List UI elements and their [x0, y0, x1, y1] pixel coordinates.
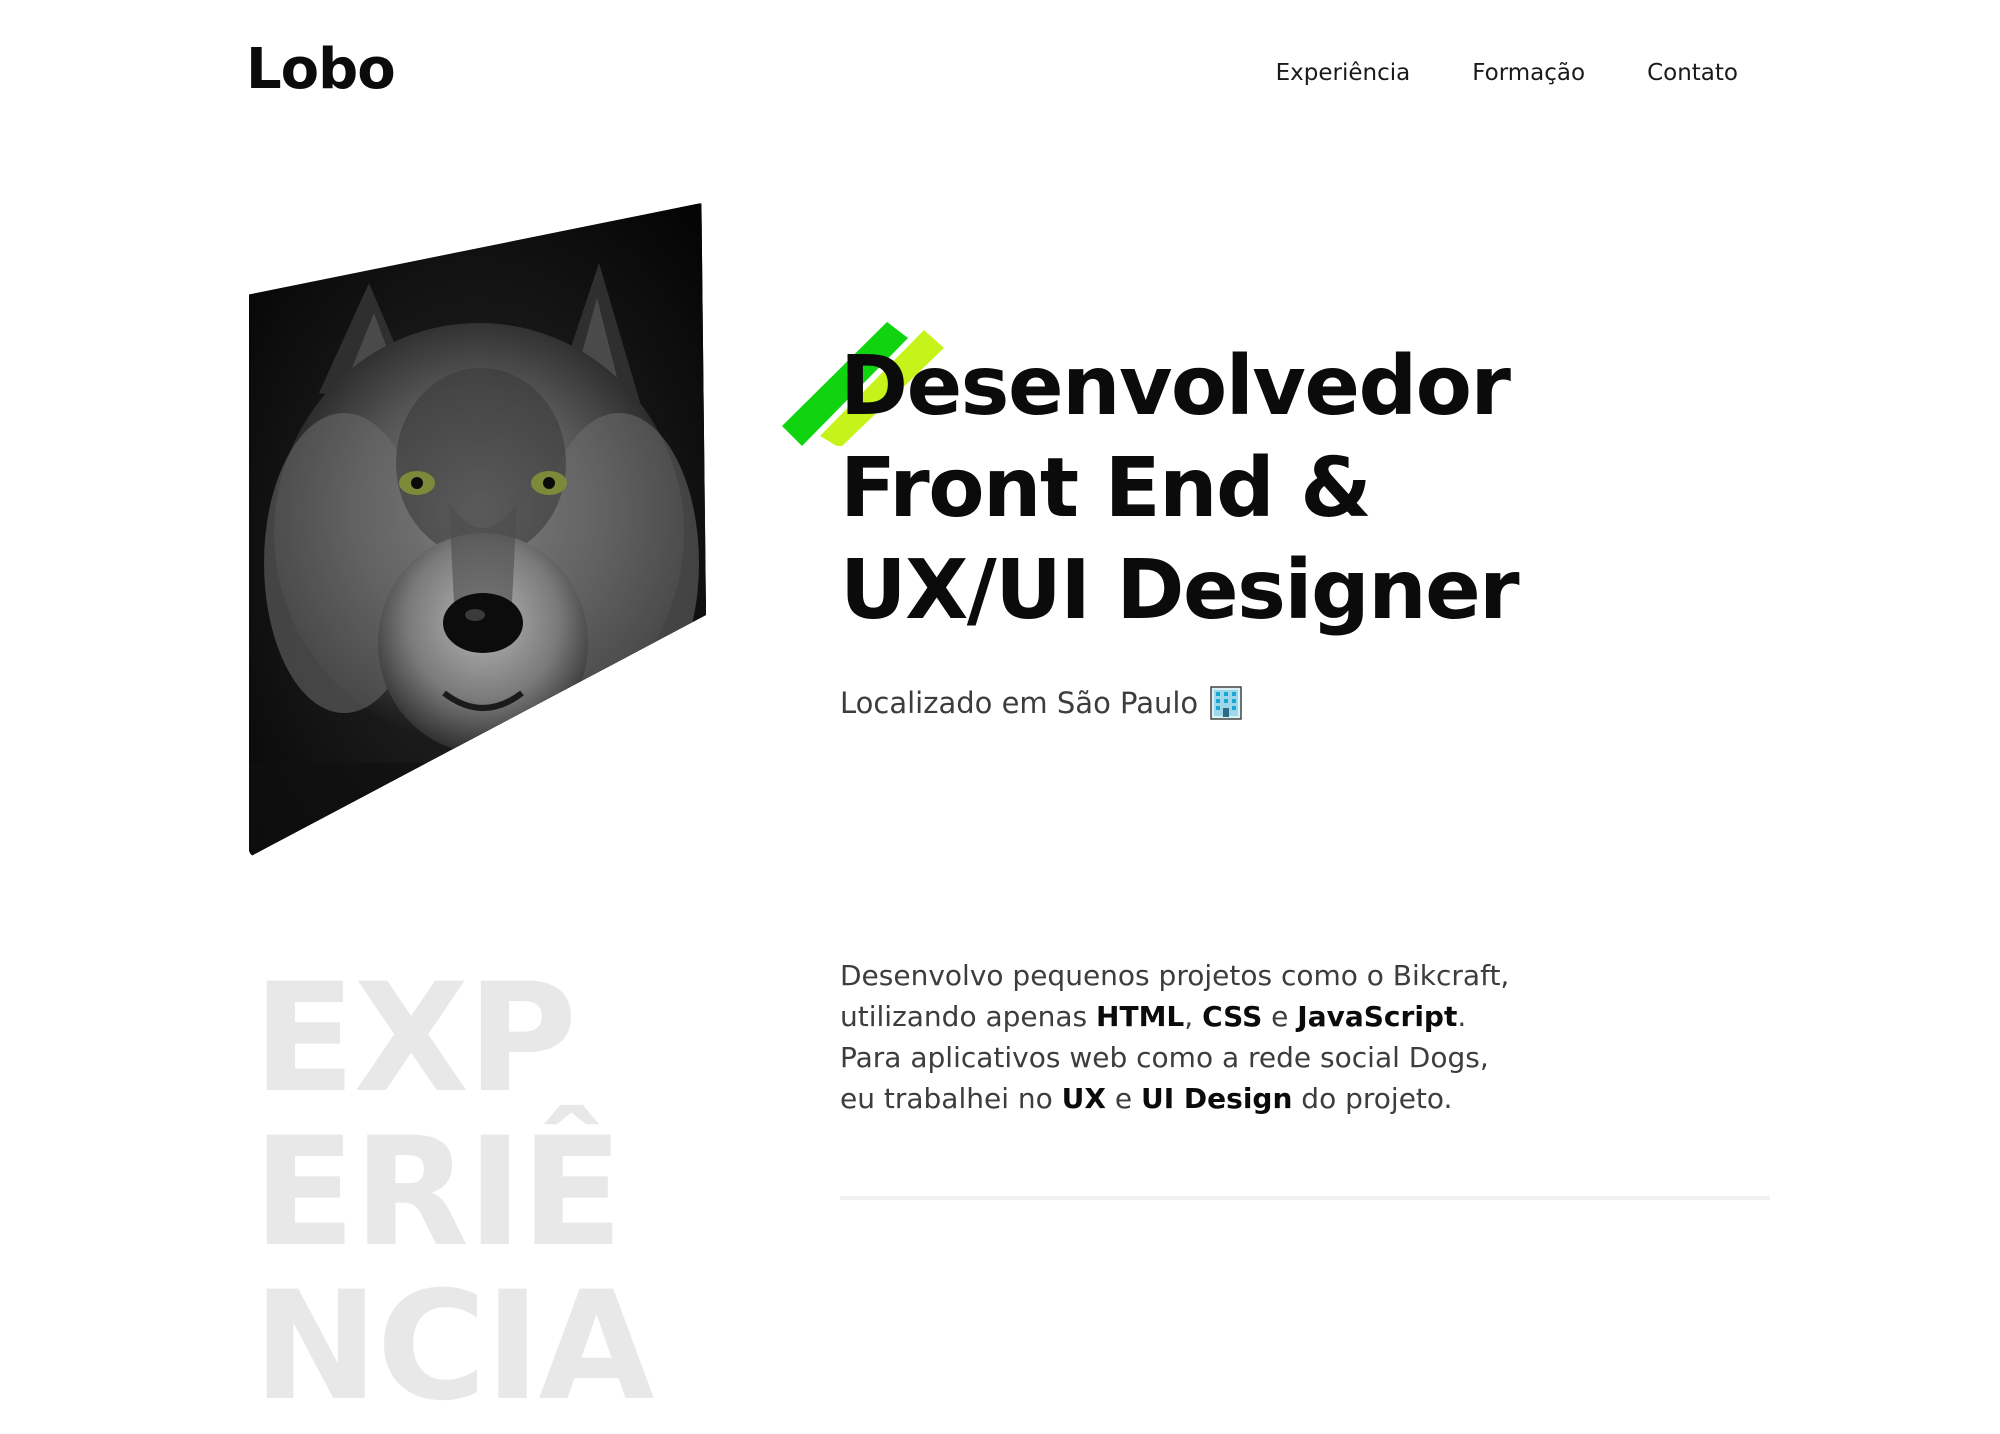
skill-ui-design: UI Design: [1141, 1082, 1293, 1115]
nav-link-formacao[interactable]: Formação: [1472, 58, 1585, 88]
nav-link-experiencia[interactable]: Experiência: [1276, 58, 1411, 88]
tech-javascript: JavaScript: [1297, 1000, 1458, 1033]
building-icon: [1210, 686, 1242, 720]
experience-paragraph: Desenvolvo pequenos projetos como o Bikc…: [840, 959, 1510, 1115]
tech-html: HTML: [1096, 1000, 1185, 1033]
section-divider: [840, 1196, 1770, 1200]
wolf-photo: [249, 203, 706, 857]
hero-title-line-3: UX/UI Designer: [840, 543, 1520, 638]
wolf-illustration: [249, 203, 706, 857]
hero-title-line-2: Front End &: [840, 441, 1372, 536]
nav-link-contato[interactable]: Contato: [1647, 58, 1738, 88]
hero-title-line-1: Desenvolvedor: [840, 339, 1511, 434]
experience-section-title: EXPERIÊNCIA: [253, 952, 655, 1434]
skill-ux: UX: [1061, 1082, 1106, 1115]
location: Localizado em São Paulo: [840, 686, 1242, 720]
main-nav: Experiência Formação Contato: [1276, 58, 1738, 88]
location-text: Localizado em São Paulo: [840, 686, 1199, 720]
site-logo[interactable]: Lobo: [246, 42, 396, 98]
hero-title: Desenvolvedor Front End & UX/UI Designer: [840, 336, 1520, 642]
tech-css: CSS: [1202, 1000, 1263, 1033]
